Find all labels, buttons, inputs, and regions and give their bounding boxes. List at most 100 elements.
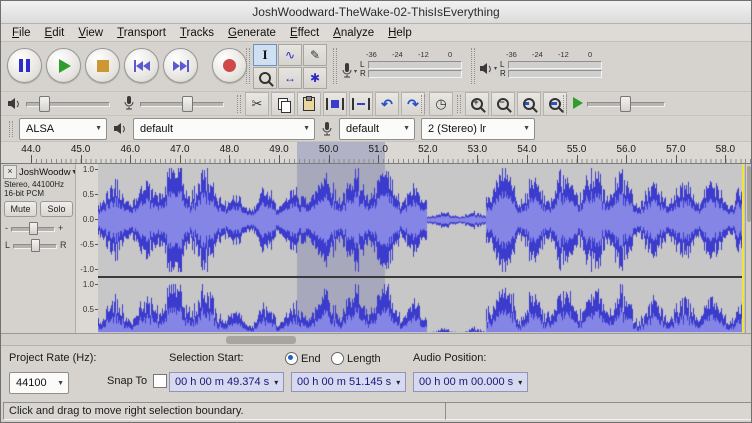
meter-mic[interactable]: ▾: [341, 50, 357, 80]
meter-speaker[interactable]: ▾: [479, 50, 497, 75]
menu-analyze[interactable]: Analyze: [326, 26, 381, 40]
toolbar-gripper[interactable]: [237, 95, 241, 113]
trim-audio-button[interactable]: [323, 92, 347, 116]
gain-slider[interactable]: [11, 222, 55, 234]
chevron-down-icon: ▼: [523, 125, 530, 132]
ruler-label: 48.0: [216, 144, 242, 155]
toolbar-gripper[interactable]: [421, 95, 425, 113]
slider-thumb[interactable]: [31, 239, 40, 252]
mixer-toolbar: [7, 94, 224, 112]
play-speed-slider[interactable]: [587, 94, 665, 112]
toolbar-gripper[interactable]: [471, 48, 475, 84]
pause-icon: [19, 59, 23, 72]
ruler-tick: [378, 155, 379, 163]
ruler-label: 51.0: [365, 144, 391, 155]
meter-bar-left: [368, 61, 462, 69]
menu-tracks[interactable]: Tracks: [173, 26, 221, 40]
pause-button[interactable]: [7, 48, 42, 83]
play-at-speed-icon[interactable]: [573, 97, 583, 109]
recording-device-combo[interactable]: default▼: [339, 118, 415, 140]
skip-to-start-button[interactable]: [124, 48, 159, 83]
titlebar[interactable]: JoshWoodward-TheWake-02-ThisIsEverything: [1, 1, 751, 24]
waveform-channel-left[interactable]: [98, 164, 744, 276]
zoom-tool-button[interactable]: [253, 67, 277, 89]
mute-button[interactable]: Mute: [4, 201, 37, 217]
selection-end-field[interactable]: 00 h 00 m 51.145 s▾: [291, 372, 406, 392]
timeline-ruler[interactable]: 44.045.046.047.048.049.050.051.052.053.0…: [1, 142, 751, 164]
menu-edit[interactable]: Edit: [38, 26, 72, 40]
recording-meter[interactable]: ▾ -36 -24 -12 0 L R: [341, 50, 462, 80]
ruler-tick: [676, 155, 677, 163]
vertical-ruler[interactable]: 1.0 0.5 0.0 -0.5 -1.0 1.0 0.5: [75, 164, 99, 333]
copy-button[interactable]: [271, 92, 295, 116]
meter-bars: -36 -24 -12 0 L R: [500, 50, 602, 78]
pan-slider[interactable]: [13, 239, 57, 251]
menu-generate[interactable]: Generate: [221, 26, 283, 40]
length-radio-label: Length: [347, 353, 381, 365]
draw-tool-button[interactable]: ✎: [303, 44, 327, 66]
record-icon: [223, 59, 236, 72]
selection-start-field[interactable]: 00 h 00 m 49.374 s▾: [169, 372, 284, 392]
ruler-tick: [577, 155, 578, 163]
ruler-tick: [626, 155, 627, 163]
end-radio[interactable]: [285, 352, 298, 365]
timeshift-tool-button[interactable]: ↔: [278, 67, 302, 89]
silence-audio-button[interactable]: [349, 92, 373, 116]
multi-tool-button[interactable]: ✱: [303, 67, 327, 89]
playback-meter[interactable]: ▾ -36 -24 -12 0 L R: [479, 50, 602, 78]
waveform-channel-right[interactable]: [98, 278, 744, 332]
toolbar-gripper[interactable]: [563, 95, 567, 113]
zoom-out-button[interactable]: −: [491, 92, 515, 116]
vertical-scrollbar-thumb[interactable]: [747, 166, 751, 222]
stop-button[interactable]: [85, 48, 120, 83]
zoom-toolbar: + −: [465, 92, 569, 116]
fit-selection-button[interactable]: [517, 92, 541, 116]
slider-thumb[interactable]: [39, 96, 50, 112]
length-radio[interactable]: [331, 352, 344, 365]
skip-to-end-button[interactable]: [163, 48, 198, 83]
close-track-button[interactable]: ×: [3, 165, 17, 179]
slider-thumb[interactable]: [620, 96, 631, 112]
menu-file[interactable]: File: [5, 26, 38, 40]
undo-button[interactable]: ↶: [375, 92, 399, 116]
playback-device-combo[interactable]: default▼: [133, 118, 315, 140]
skip-start-icon: [136, 61, 143, 71]
envelope-tool-button[interactable]: ∿: [278, 44, 302, 66]
solo-button[interactable]: Solo: [40, 201, 73, 217]
audio-position-field[interactable]: 00 h 00 m 00.000 s▾: [413, 372, 528, 392]
toolbar-gripper[interactable]: [333, 48, 337, 84]
audio-host-combo[interactable]: ALSA▼: [19, 118, 107, 140]
vertical-scrollbar[interactable]: [745, 164, 752, 333]
snap-to-checkbox[interactable]: [153, 374, 167, 388]
copy-icon: [278, 98, 288, 110]
menu-view[interactable]: View: [71, 26, 110, 40]
zoom-in-button[interactable]: +: [465, 92, 489, 116]
project-rate-combo[interactable]: 44100▼: [9, 372, 69, 394]
vruler-label: 0.5: [83, 190, 94, 199]
horizontal-scrollbar-thumb[interactable]: [226, 336, 296, 344]
toolbar-gripper[interactable]: [246, 48, 250, 84]
menu-effect[interactable]: Effect: [283, 26, 326, 40]
menu-transport[interactable]: Transport: [110, 26, 173, 40]
chevron-down-icon: ▾: [354, 68, 357, 75]
selection-tool-button[interactable]: I: [253, 44, 277, 66]
slider-thumb[interactable]: [182, 96, 193, 112]
slider-thumb[interactable]: [29, 222, 38, 235]
sync-lock-toolbar: ◷: [429, 92, 455, 116]
skip-end-icon: [173, 61, 180, 71]
toolbar-gripper[interactable]: [9, 121, 13, 137]
sync-lock-button[interactable]: ◷: [429, 92, 453, 116]
toolbar-gripper[interactable]: [457, 95, 461, 113]
recording-volume-slider[interactable]: [140, 94, 224, 112]
play-button[interactable]: [46, 48, 81, 83]
cut-button[interactable]: ✂: [245, 92, 269, 116]
vruler-label: 1.0: [83, 165, 94, 174]
paste-button[interactable]: [297, 92, 321, 116]
menu-help[interactable]: Help: [381, 26, 419, 40]
recording-channels-combo[interactable]: 2 (Stereo) lr▼: [421, 118, 535, 140]
playback-volume-slider[interactable]: [26, 94, 110, 112]
record-button[interactable]: [212, 48, 247, 83]
meter-bar-right: [368, 70, 462, 78]
track-title[interactable]: JoshWoodwa: [19, 167, 71, 178]
ruler-label: 46.0: [117, 144, 143, 155]
